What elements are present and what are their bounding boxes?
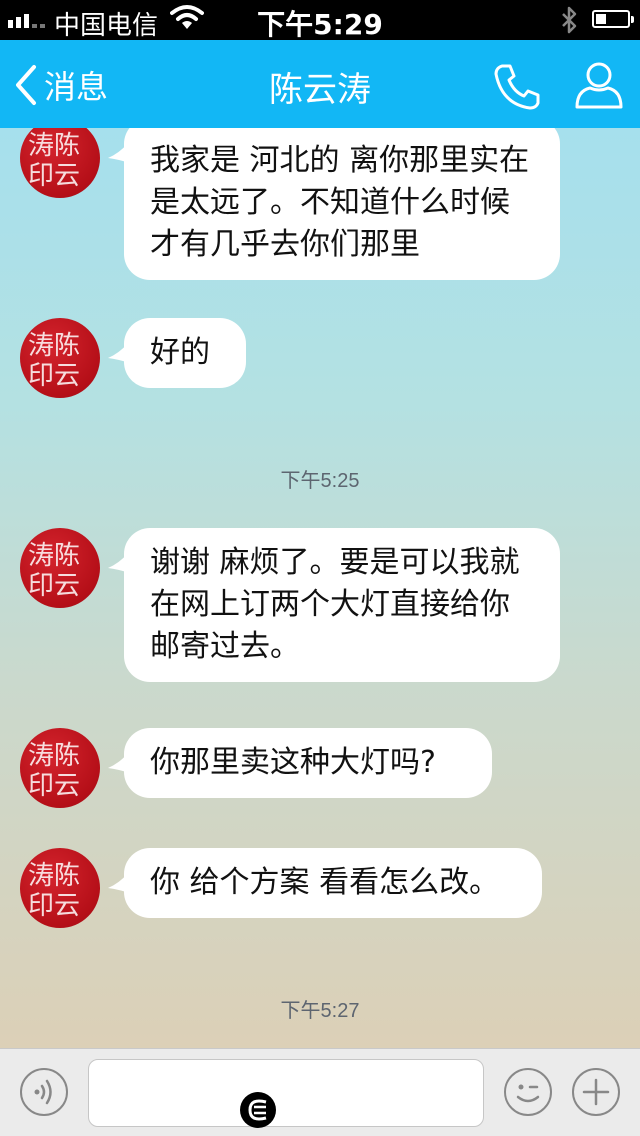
status-bar: 中国电信 下午5:29 (0, 0, 640, 41)
message-input[interactable] (88, 1059, 484, 1127)
svg-text:印云: 印云 (28, 891, 80, 921)
svg-text:印云: 印云 (28, 161, 80, 191)
status-time: 下午5:29 (257, 8, 383, 41)
message-text: 好的 (150, 335, 210, 370)
svg-text:涛陈: 涛陈 (28, 741, 80, 771)
watermark-logo-icon (240, 1092, 276, 1128)
message-text: 你那里卖这种大灯吗? (150, 745, 436, 780)
emoji-icon (516, 1084, 540, 1103)
svg-text:涛陈: 涛陈 (28, 131, 80, 161)
message-bubble[interactable]: 我家是 河北的 离你那里实在是太远了。不知道什么时候才有几乎去你们那里 (108, 128, 560, 280)
contact-avatar[interactable]: 涛陈 印云 (20, 728, 100, 808)
message-text: 谢谢 麻烦了。要是可以我就在网上订两个大灯直接给你邮寄过去。 (150, 545, 520, 664)
svg-text:涛陈: 涛陈 (28, 541, 80, 571)
bubble-tail (108, 548, 132, 574)
message-bubble[interactable]: 你 给个方案 看看怎么改。 (108, 848, 542, 918)
contact-avatar[interactable]: 涛陈 印云 (20, 128, 100, 198)
seal-logo: 涛陈 印云 (28, 331, 80, 391)
contact-avatar[interactable]: 涛陈 印云 (20, 848, 100, 928)
profile-button[interactable] (572, 58, 626, 112)
call-button[interactable] (492, 60, 544, 112)
bubble-tail (108, 338, 132, 364)
timestamp: 下午5:27 (280, 1000, 360, 1022)
navigation-bar: 消息 陈云涛 (0, 40, 640, 128)
message-bubble[interactable]: 好的 (108, 318, 246, 388)
bubble-tail (108, 748, 132, 774)
seal-logo: 涛陈 印云 (28, 741, 80, 801)
profile-icon (575, 62, 623, 109)
contact-avatar[interactable]: 涛陈 印云 (20, 318, 100, 398)
contact-avatar[interactable]: 涛陈 印云 (20, 528, 100, 608)
svg-text:印云: 印云 (28, 771, 80, 801)
battery-icon (592, 10, 634, 28)
seal-logo: 涛陈 印云 (28, 131, 80, 191)
voice-icon (34, 1079, 52, 1105)
plus-icon (582, 1078, 610, 1106)
add-button[interactable] (572, 1068, 620, 1116)
svg-text:涛陈: 涛陈 (28, 331, 80, 361)
bubble-tail (108, 138, 132, 164)
back-button[interactable]: 消息 (14, 60, 108, 110)
message-text: 你 给个方案 看看怎么改。 (150, 865, 500, 900)
seal-logo: 涛陈 印云 (28, 861, 80, 921)
bluetooth-icon (562, 6, 577, 34)
back-label: 消息 (44, 68, 109, 106)
voice-button[interactable] (20, 1068, 68, 1116)
back-chevron-icon (16, 65, 36, 105)
emoji-button[interactable] (504, 1068, 552, 1116)
svg-text:印云: 印云 (28, 361, 80, 391)
phone-icon (494, 64, 540, 110)
svg-text:印云: 印云 (28, 571, 80, 601)
message-text: 我家是 河北的 离你那里实在是太远了。不知道什么时候才有几乎去你们那里 (150, 143, 530, 262)
svg-text:涛陈: 涛陈 (28, 861, 80, 891)
seal-logo: 涛陈 印云 (28, 541, 80, 601)
timestamp: 下午5:25 (280, 470, 360, 492)
input-bar (0, 1048, 640, 1136)
bubble-tail (108, 868, 132, 894)
chat-area[interactable]: 涛陈 印云 我家是 河北的 离你那里实在是太远了。不知道什么时候才有几乎去你们那… (0, 128, 640, 1048)
message-bubble[interactable]: 谢谢 麻烦了。要是可以我就在网上订两个大灯直接给你邮寄过去。 (108, 528, 560, 682)
message-bubble[interactable]: 你那里卖这种大灯吗? (108, 728, 492, 798)
